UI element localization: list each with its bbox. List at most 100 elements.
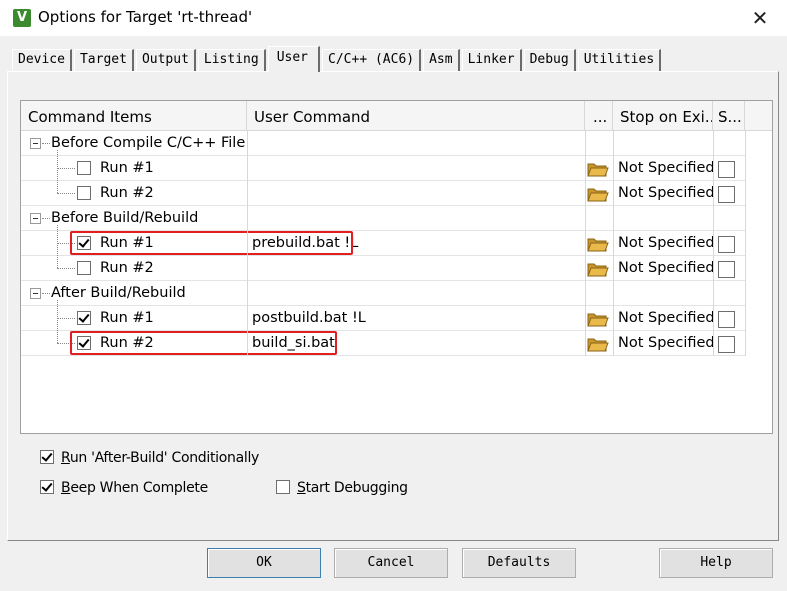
s-checkbox[interactable] bbox=[718, 311, 735, 328]
title-bar: V Options for Target 'rt-thread' ✕ bbox=[0, 0, 787, 36]
stop-on-exit-value[interactable]: Not Specified bbox=[618, 156, 715, 181]
tree-connector bbox=[42, 143, 50, 144]
run-label: Run #2 bbox=[100, 335, 154, 351]
run-enable-checkbox[interactable] bbox=[77, 336, 91, 350]
folder-open-icon[interactable] bbox=[587, 310, 609, 328]
stop-on-exit-value[interactable]: Not Specified bbox=[618, 306, 715, 331]
tab-output[interactable]: Output bbox=[135, 49, 196, 71]
run-enable-checkbox[interactable] bbox=[77, 186, 91, 200]
user-command-field[interactable]: build_si.bat bbox=[252, 331, 335, 356]
tab-device[interactable]: Device bbox=[12, 49, 72, 71]
start-debugging-option[interactable]: Start Debugging bbox=[276, 480, 408, 498]
s-checkbox[interactable] bbox=[718, 161, 735, 178]
tree-connector bbox=[57, 225, 58, 268]
close-icon[interactable]: ✕ bbox=[742, 4, 778, 32]
folder-open-icon[interactable] bbox=[587, 335, 609, 353]
collapse-icon[interactable] bbox=[30, 288, 41, 299]
run-label: Run #2 bbox=[100, 185, 154, 201]
collapse-icon[interactable] bbox=[30, 138, 41, 149]
stop-on-exit-value[interactable]: Not Specified bbox=[618, 331, 715, 356]
keil-app-icon: V bbox=[13, 9, 31, 27]
run-enable-checkbox[interactable] bbox=[77, 161, 91, 175]
s-checkbox[interactable] bbox=[718, 261, 735, 278]
tree-connector bbox=[57, 268, 75, 269]
tab-debug[interactable]: Debug bbox=[523, 49, 576, 71]
tree-connector bbox=[57, 168, 75, 169]
tree-connector bbox=[57, 150, 58, 193]
tree-connector bbox=[57, 193, 75, 194]
group-label: Before Build/Rebuild bbox=[51, 210, 199, 226]
folder-open-icon[interactable] bbox=[587, 235, 609, 253]
run-after-build-label: un 'After-Build' Conditionally bbox=[69, 450, 260, 466]
run-enable-checkbox[interactable] bbox=[77, 311, 91, 325]
column-separator bbox=[585, 131, 586, 356]
run-after-build-checkbox[interactable] bbox=[40, 450, 54, 464]
s-checkbox[interactable] bbox=[718, 186, 735, 203]
tab-linker[interactable]: Linker bbox=[461, 49, 522, 71]
tab-user[interactable]: User bbox=[267, 46, 321, 72]
run-after-build-mnemonic: R bbox=[61, 450, 70, 466]
defaults-button[interactable]: Defaults bbox=[462, 548, 576, 578]
collapse-icon[interactable] bbox=[30, 213, 41, 224]
cancel-button[interactable]: Cancel bbox=[334, 548, 448, 578]
ok-button[interactable]: OK bbox=[207, 548, 321, 578]
beep-when-complete-mnemonic: B bbox=[61, 480, 71, 496]
start-debugging-label: tart Debugging bbox=[305, 480, 408, 496]
grid-header: Command Items User Command ... Stop on E… bbox=[21, 101, 772, 131]
tab-c-c-ac6[interactable]: C/C++ (AC6) bbox=[322, 49, 422, 71]
tab-asm[interactable]: Asm bbox=[423, 49, 460, 71]
header-browse[interactable]: ... bbox=[585, 101, 613, 131]
tab-utilities[interactable]: Utilities bbox=[577, 49, 662, 71]
folder-open-icon[interactable] bbox=[587, 260, 609, 278]
start-debugging-mnemonic: S bbox=[297, 480, 306, 496]
s-checkbox[interactable] bbox=[718, 336, 735, 353]
command-row: Run #1 postbuild.bat !L Not Specified bbox=[21, 306, 745, 331]
user-command-field[interactable]: prebuild.bat !L bbox=[252, 231, 358, 256]
tab-listing[interactable]: Listing bbox=[197, 49, 266, 71]
tree-connector bbox=[57, 318, 75, 319]
tree-connector bbox=[57, 343, 75, 344]
tree-connector bbox=[57, 243, 75, 244]
s-checkbox[interactable] bbox=[718, 236, 735, 253]
run-enable-checkbox[interactable] bbox=[77, 261, 91, 275]
stop-on-exit-value[interactable]: Not Specified bbox=[618, 181, 715, 206]
beep-when-complete-label: eep When Complete bbox=[70, 480, 208, 496]
group-label: After Build/Rebuild bbox=[51, 285, 186, 301]
tree-connector bbox=[57, 300, 58, 343]
help-button[interactable]: Help bbox=[659, 548, 773, 578]
run-enable-checkbox[interactable] bbox=[77, 236, 91, 250]
beep-when-complete-checkbox[interactable] bbox=[40, 480, 54, 494]
tree-connector bbox=[42, 293, 50, 294]
start-debugging-checkbox[interactable] bbox=[276, 480, 290, 494]
user-command-field[interactable]: postbuild.bat !L bbox=[252, 306, 366, 331]
column-separator bbox=[713, 131, 714, 356]
column-separator bbox=[247, 131, 248, 356]
run-label: Run #1 bbox=[100, 310, 154, 326]
group-label: Before Compile C/C++ File bbox=[51, 135, 246, 151]
command-row: Run #1 prebuild.bat !L Not Specified bbox=[21, 231, 745, 256]
tab-strip: Device Target Output Listing User C/C++ (AC6)… bbox=[12, 46, 663, 72]
column-separator bbox=[745, 131, 746, 356]
beep-when-complete-option[interactable]: Beep When Complete bbox=[40, 480, 208, 498]
tab-target[interactable]: Target bbox=[73, 49, 134, 71]
header-s[interactable]: S... bbox=[713, 101, 745, 131]
window-title: Options for Target 'rt-thread' bbox=[38, 8, 253, 26]
run-label: Run #1 bbox=[100, 235, 154, 251]
tree-connector bbox=[42, 218, 50, 219]
group-row: Before Build/Rebuild bbox=[21, 206, 745, 231]
header-stop-on-exit[interactable]: Stop on Exi... bbox=[613, 101, 713, 131]
group-row: After Build/Rebuild bbox=[21, 281, 745, 306]
header-command-items[interactable]: Command Items bbox=[21, 101, 247, 131]
user-command-grid: Command Items User Command ... Stop on E… bbox=[20, 100, 773, 434]
command-row: Run #2 Not Specified bbox=[21, 181, 745, 206]
command-row: Run #2 build_si.bat Not Specified bbox=[21, 331, 745, 356]
run-label: Run #2 bbox=[100, 260, 154, 276]
command-row: Run #1 Not Specified bbox=[21, 156, 745, 181]
run-label: Run #1 bbox=[100, 160, 154, 176]
header-user-command[interactable]: User Command bbox=[247, 101, 585, 131]
run-after-build-option[interactable]: Run 'After-Build' Conditionally bbox=[40, 450, 259, 468]
folder-open-icon[interactable] bbox=[587, 185, 609, 203]
stop-on-exit-value[interactable]: Not Specified bbox=[618, 231, 715, 256]
folder-open-icon[interactable] bbox=[587, 160, 609, 178]
stop-on-exit-value[interactable]: Not Specified bbox=[618, 256, 715, 281]
